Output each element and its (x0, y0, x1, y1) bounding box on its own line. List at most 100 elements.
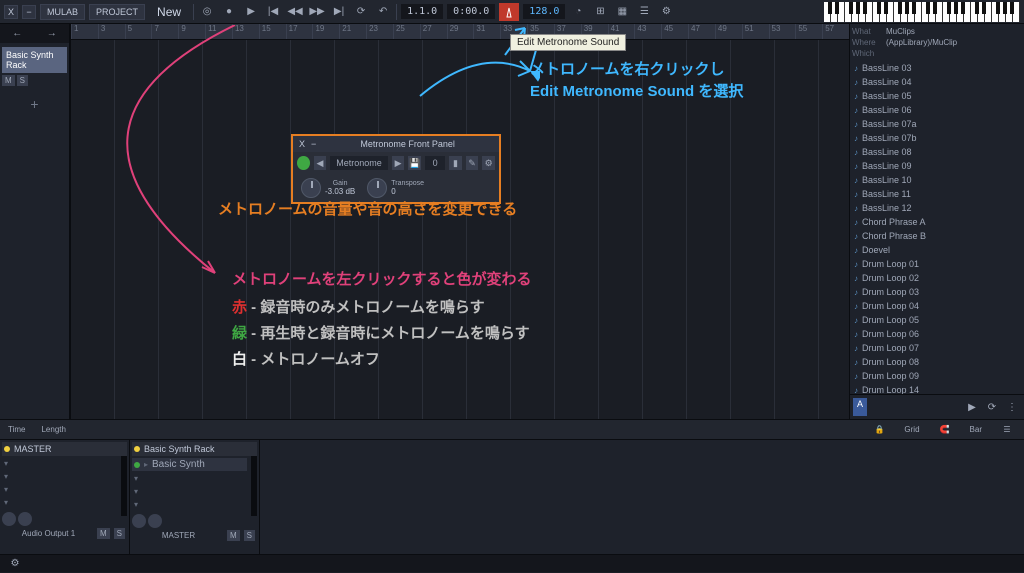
slot-expand-icon[interactable]: ▸ (144, 460, 148, 469)
forward-icon[interactable]: ▶▶ (308, 3, 326, 21)
browser-item[interactable]: Doevel (850, 243, 1024, 257)
ruler-tick[interactable]: 49 (715, 24, 742, 39)
channel-name[interactable]: MASTER (14, 444, 52, 454)
clock-icon[interactable]: ◔ (569, 3, 587, 21)
transpose-knob[interactable] (367, 178, 387, 198)
where-value[interactable]: (AppLibrary)/MuClip (886, 38, 957, 47)
mute-button[interactable]: M (97, 528, 110, 539)
prev-preset-icon[interactable]: ◀ (314, 156, 327, 170)
ruler-tick[interactable]: 45 (661, 24, 688, 39)
slot-name[interactable]: Basic Synth (152, 459, 205, 470)
browser-play-icon[interactable]: ▶ (963, 398, 981, 416)
browser-item[interactable]: BassLine 09 (850, 159, 1024, 173)
browser-item[interactable]: Drum Loop 05 (850, 313, 1024, 327)
skip-start-icon[interactable]: |◀ (264, 3, 282, 21)
play-icon[interactable]: ▶ (242, 3, 260, 21)
browser-item[interactable]: Drum Loop 04 (850, 299, 1024, 313)
channel-name[interactable]: Basic Synth Rack (144, 444, 215, 454)
browser-item[interactable]: BassLine 10 (850, 173, 1024, 187)
mixer-channel-master[interactable]: MASTER ▾ ▾ ▾ ▾ Audio Output 1 MS (0, 440, 130, 554)
panel-titlebar[interactable]: X − Metronome Front Panel (293, 136, 499, 152)
slot-expand-icon[interactable]: ▾ (4, 498, 8, 507)
mute-button[interactable]: M (2, 75, 15, 86)
slot-expand-icon[interactable]: ▾ (4, 485, 8, 494)
ruler-tick[interactable]: 15 (259, 24, 286, 39)
ruler-tick[interactable]: 47 (688, 24, 715, 39)
minimize-button[interactable]: − (22, 5, 36, 19)
browser-item[interactable]: BassLine 05 (850, 89, 1024, 103)
ruler-tick[interactable]: 57 (822, 24, 849, 39)
mute-button[interactable]: M (227, 530, 240, 541)
slot-expand-icon[interactable]: ▾ (4, 472, 8, 481)
solo-button[interactable]: S (17, 75, 28, 86)
browser-item[interactable]: BassLine 07a (850, 117, 1024, 131)
slot-expand-icon[interactable]: ▾ (134, 500, 138, 509)
gain-knob[interactable] (301, 178, 321, 198)
position-display[interactable]: 1.1.0 (401, 4, 443, 19)
browser-item[interactable]: BassLine 11 (850, 187, 1024, 201)
browser-item[interactable]: Drum Loop 03 (850, 285, 1024, 299)
panel-minimize-button[interactable]: − (308, 139, 319, 149)
save-preset-icon[interactable]: 💾 (408, 156, 421, 170)
menu-icon[interactable]: ☰ (998, 421, 1016, 439)
slot-expand-icon[interactable]: ▾ (134, 487, 138, 496)
add-track-button[interactable]: + (0, 88, 69, 120)
slot-expand-icon[interactable]: ▾ (4, 459, 8, 468)
preset-name[interactable]: Metronome (330, 156, 388, 170)
browser-item[interactable]: Drum Loop 07 (850, 341, 1024, 355)
browser-item[interactable]: BassLine 08 (850, 145, 1024, 159)
output-name[interactable]: Audio Output 1 (4, 529, 93, 538)
browser-item[interactable]: BassLine 04 (850, 75, 1024, 89)
browser-item[interactable]: Drum Loop 01 (850, 257, 1024, 271)
send-knob[interactable] (18, 512, 32, 526)
lock-icon[interactable]: 🔒 (870, 421, 888, 439)
ruler-tick[interactable]: 21 (339, 24, 366, 39)
pan-knob[interactable] (2, 512, 16, 526)
ruler-tick[interactable]: 19 (312, 24, 339, 39)
target-icon[interactable]: ◎ (198, 3, 216, 21)
browser-item[interactable]: Drum Loop 02 (850, 271, 1024, 285)
mixer-channel-synth[interactable]: Basic Synth Rack ▸Basic Synth ▾ ▾ ▾ MAST… (130, 440, 260, 554)
grid-icon[interactable]: ▦ (613, 3, 631, 21)
browser-letter[interactable]: A (853, 398, 867, 416)
send-knob[interactable] (148, 514, 162, 528)
project-name[interactable]: New (149, 5, 189, 19)
ruler-tick[interactable]: 17 (286, 24, 313, 39)
magnet-icon[interactable]: 🧲 (936, 421, 954, 439)
piano-keyboard[interactable] (824, 2, 1020, 22)
browser-loop-icon[interactable]: ⟳ (983, 398, 1001, 416)
browser-item[interactable]: Chord Phrase B (850, 229, 1024, 243)
browser-menu-icon[interactable]: ⋮ (1003, 398, 1021, 416)
rewind-icon[interactable]: ◀◀ (286, 3, 304, 21)
metronome-button[interactable] (499, 3, 519, 21)
track-header[interactable]: Basic Synth Rack M S (0, 43, 69, 88)
close-button[interactable]: X (4, 5, 18, 19)
undo-icon[interactable]: ↶ (374, 3, 392, 21)
nav-left-icon[interactable]: ← (12, 28, 22, 39)
ruler-tick[interactable]: 23 (366, 24, 393, 39)
slot-expand-icon[interactable]: ▾ (134, 474, 138, 483)
track-name[interactable]: Basic Synth Rack (2, 47, 67, 73)
list-icon[interactable]: ☰ (635, 3, 653, 21)
tempo-display[interactable]: 128.0 (523, 4, 565, 19)
ruler-tick[interactable]: 55 (795, 24, 822, 39)
panel-close-button[interactable]: X (296, 139, 308, 149)
browser-item[interactable]: BassLine 12 (850, 201, 1024, 215)
ruler-tick[interactable]: 53 (769, 24, 796, 39)
skip-end-icon[interactable]: ▶| (330, 3, 348, 21)
loop-icon[interactable]: ⟳ (352, 3, 370, 21)
next-preset-icon[interactable]: ▶ (392, 156, 405, 170)
mulab-button[interactable]: MULAB (40, 4, 85, 20)
edit-icon[interactable]: ✎ (466, 156, 479, 170)
browser-item[interactable]: Drum Loop 14 (850, 383, 1024, 394)
bar-label[interactable]: Bar (970, 425, 982, 434)
browser-list[interactable]: BassLine 03BassLine 04BassLine 05 BassLin… (850, 61, 1024, 394)
browser-item[interactable]: Chord Phrase A (850, 215, 1024, 229)
preset-value[interactable]: 0 (425, 156, 445, 170)
record-icon[interactable]: ● (220, 3, 238, 21)
project-button[interactable]: PROJECT (89, 4, 145, 20)
midi-icon[interactable]: ▮ (449, 156, 462, 170)
browser-item[interactable]: BassLine 03 (850, 61, 1024, 75)
solo-button[interactable]: S (114, 528, 125, 539)
gear-icon[interactable]: ⚙ (6, 555, 24, 573)
